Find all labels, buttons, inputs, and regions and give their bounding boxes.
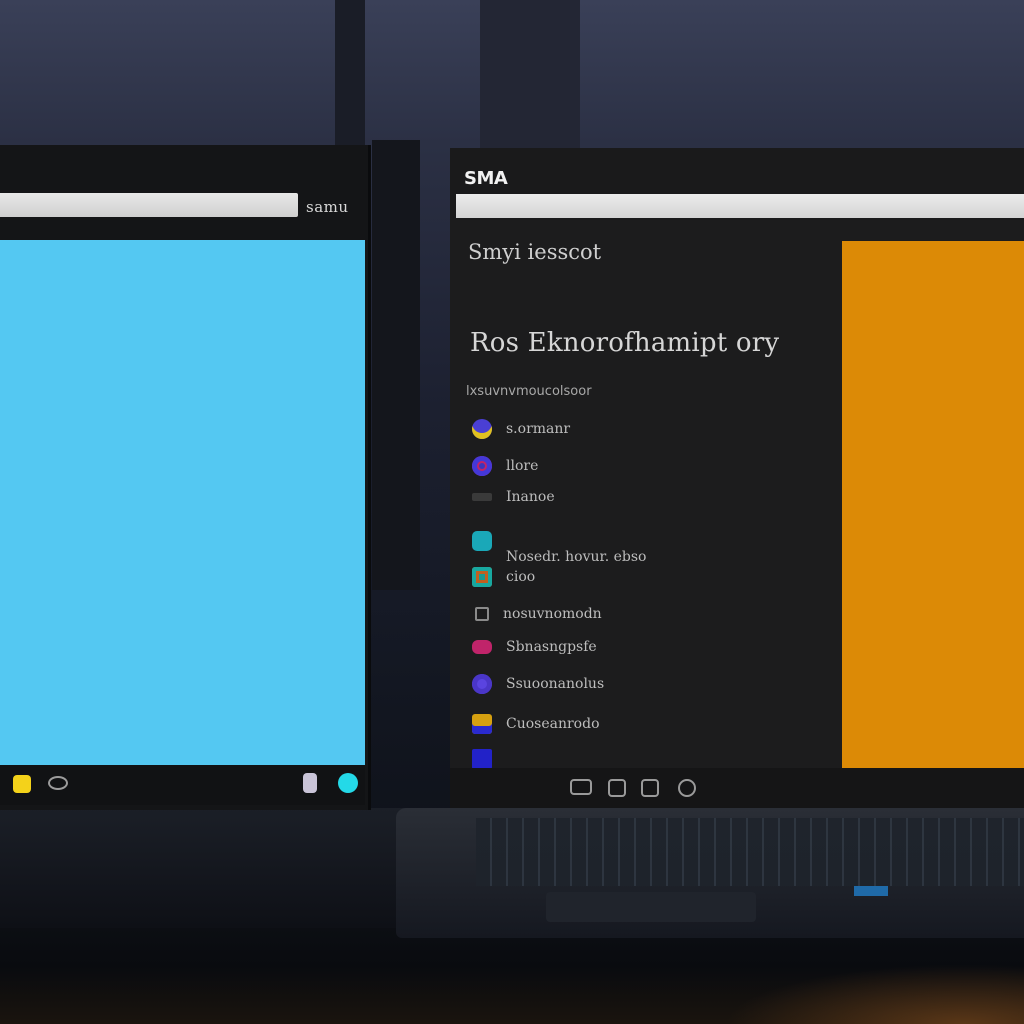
list-item[interactable]: Nosedr. hovur. ebso <box>506 546 646 568</box>
violet-app-icon <box>472 674 492 694</box>
avatar-icon <box>472 419 492 439</box>
list-item[interactable] <box>472 748 506 770</box>
monitor-stand-pole <box>372 140 420 590</box>
grid-icon <box>475 607 489 621</box>
orange-preview-panel[interactable] <box>842 241 1024 768</box>
list-item[interactable]: Inanoe <box>472 486 555 508</box>
page-title: Ros Eknorofhamipt ory <box>470 328 780 358</box>
right-monitor: SMA Smyi iesscot Ros Eknorofhamipt ory l… <box>450 148 1024 808</box>
calendar-icon[interactable] <box>641 779 659 797</box>
address-bar-label: samu <box>306 198 349 216</box>
page-subtitle: Smyi iesscot <box>468 240 602 264</box>
window-icon[interactable] <box>570 779 592 795</box>
settings-icon[interactable] <box>678 779 696 797</box>
list-item[interactable]: Cuoseanrodo <box>472 713 600 735</box>
taskbar <box>450 768 1024 808</box>
laptop <box>396 808 1024 938</box>
window-title: SMA <box>464 168 508 189</box>
circle-icon[interactable] <box>338 773 358 793</box>
status-led <box>854 886 888 896</box>
list-item[interactable]: s.ormanr <box>472 418 570 440</box>
grid-icon[interactable] <box>608 779 626 797</box>
file-icon[interactable] <box>303 773 317 793</box>
photo-icon <box>472 567 492 587</box>
laptop-trackpad <box>546 892 756 922</box>
list-item[interactable]: Sbnasngpsfe <box>472 636 597 658</box>
list-item[interactable]: llore <box>472 455 538 477</box>
wall-pillar-right <box>480 0 580 148</box>
left-monitor: samu <box>0 145 371 810</box>
list-item[interactable]: Ssuoonanolus <box>472 673 604 695</box>
pink-app-icon <box>472 640 492 654</box>
folder-icon[interactable] <box>13 775 31 793</box>
blue-content-area[interactable] <box>0 240 365 765</box>
address-bar[interactable] <box>0 193 298 217</box>
yellow-app-icon <box>472 714 492 734</box>
teal-app-icon <box>472 531 492 551</box>
address-bar[interactable] <box>456 194 1024 218</box>
laptop-keyboard <box>476 818 1024 886</box>
blue-app-icon <box>472 749 492 769</box>
disc-icon <box>472 456 492 476</box>
section-caption: lxsuvnvmoucolsoor <box>466 384 592 399</box>
list-item[interactable]: cioo <box>472 566 535 588</box>
list-item[interactable]: nosuvnomodn <box>472 603 602 625</box>
wall-pillar <box>335 0 365 148</box>
left-laptop-base <box>0 808 430 928</box>
taskbar <box>0 765 365 805</box>
small-image-icon <box>472 493 492 501</box>
disc-icon[interactable] <box>48 776 68 790</box>
list-item[interactable] <box>472 530 506 552</box>
